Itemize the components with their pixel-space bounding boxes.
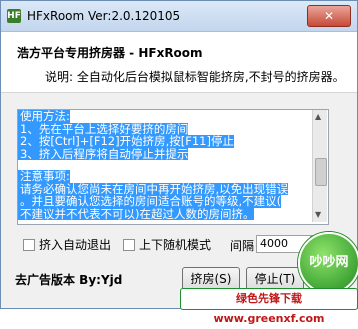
window-title: HFxRoom Ver:2.0.120105 <box>27 9 181 23</box>
instruction-line: 2、按[Ctrl]+[F12]开始挤房,按[F11]停止 <box>18 134 234 148</box>
textarea-scrollbar[interactable]: ▲ ▼ <box>312 110 327 222</box>
random-mode-label: 上下随机模式 <box>139 238 212 252</box>
watermark-site-banner: 绿色先锋下载 www.greenxf.com <box>180 288 358 325</box>
instructions-textarea[interactable]: 使用方法: 1、先在平台上选择好要挤的房间 2、按[Ctrl]+[F12]开始挤… <box>17 109 329 225</box>
instruction-line: 注意事项: <box>18 169 70 183</box>
instruction-line: 不建议并不代表不可以)在超过人数的房间挤。 <box>18 206 255 221</box>
scroll-down-icon[interactable]: ▼ <box>315 210 321 219</box>
random-mode-option[interactable]: 上下随机模式 <box>123 236 211 253</box>
header-panel: 浩方平台专用挤房器 - HFxRoom 说明: 全自动化后台模拟鼠标智能挤房,不… <box>1 32 357 93</box>
auto-exit-checkbox[interactable] <box>23 238 35 251</box>
close-button[interactable]: ✕ <box>307 5 351 27</box>
instruction-line: 3、挤入后程序将自动停止并提示 <box>18 146 189 161</box>
auto-exit-label: 挤入自动退出 <box>39 238 112 252</box>
instruction-line: 。并且要确认您选择的房间适合账号的等级,不建议( <box>18 194 282 208</box>
scroll-thumb[interactable] <box>315 158 327 186</box>
title-bar[interactable]: HF HFxRoom Ver:2.0.120105 ✕ <box>1 1 357 32</box>
instruction-line: 使用方法: <box>18 109 70 123</box>
auto-exit-option[interactable]: 挤入自动退出 <box>23 236 111 253</box>
watermark-logo: 吵吵网 <box>298 232 358 294</box>
scroll-up-icon[interactable]: ▲ <box>315 112 321 121</box>
app-icon: HF <box>7 9 21 23</box>
header-description: 说明: 全自动化后台模拟鼠标智能挤房,不封号的挤房器。 <box>45 70 345 84</box>
random-mode-checkbox[interactable] <box>123 238 135 251</box>
ad-free-label: 去广告版本 By:Yjd <box>15 273 123 287</box>
header-title: 浩方平台专用挤房器 - HFxRoom <box>17 46 203 60</box>
interval-label: 间隔 <box>230 239 255 253</box>
